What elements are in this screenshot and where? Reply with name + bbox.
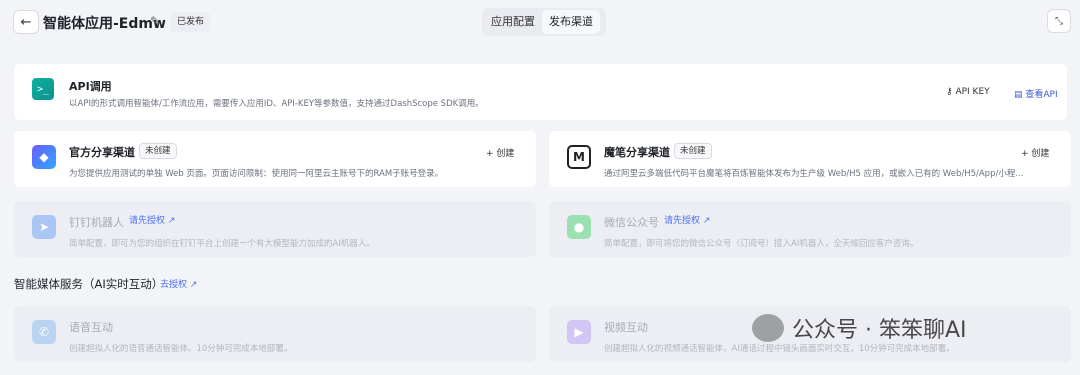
- phone-icon: ✆: [32, 320, 56, 344]
- official-status-badge: 未创建: [139, 143, 177, 159]
- wechat-authorize-link[interactable]: 请先授权 ↗: [664, 213, 710, 226]
- voice-interaction-card: ✆ 语音互动 创建超拟人化的语音通话智能体。10分钟可完成本地部署。: [14, 306, 536, 362]
- mobi-share-title: 魔笔分享渠道: [604, 146, 670, 159]
- dingtalk-icon: ➤: [32, 215, 56, 239]
- wechat-desc: 简单配置，即可将您的微信公众号（订阅号）接入AI机器人，全天候回应客户咨询。: [604, 239, 919, 249]
- arrow-left-icon: ←: [20, 14, 32, 30]
- view-api-label: 查看API: [1025, 90, 1058, 100]
- media-authorize-link[interactable]: 去授权 ↗: [160, 277, 197, 290]
- dingtalk-title: 钉钉机器人: [69, 216, 124, 229]
- back-button[interactable]: ←: [13, 10, 39, 34]
- terminal-icon: >_: [32, 78, 54, 100]
- app-title: 智能体应用-Edmw: [43, 16, 166, 32]
- video-icon: ▶: [567, 320, 591, 344]
- doc-icon: ▤: [1014, 90, 1026, 100]
- edit-icon[interactable]: ✎: [150, 14, 160, 28]
- mobi-share-card: M 魔笔分享渠道 未创建 + 创建 通过阿里云多端低代码平台魔笔将百炼智能体发布…: [549, 131, 1071, 187]
- voice-desc: 创建超拟人化的语音通话智能体。10分钟可完成本地部署。: [69, 344, 293, 354]
- official-create-button[interactable]: + 创建: [486, 146, 514, 159]
- dingtalk-card: ➤ 钉钉机器人 请先授权 ↗ 简单配置，即可为您的组织在钉钉平台上创建一个有大模…: [14, 201, 536, 257]
- status-badge: 已发布: [171, 12, 211, 32]
- video-title: 视频互动: [604, 321, 648, 334]
- watermark-text: 公众号 · 笨笨聊AI: [792, 318, 967, 343]
- collapse-icon: ⤡: [1055, 15, 1063, 27]
- wechat-card: ● 微信公众号 请先授权 ↗ 简单配置，即可将您的微信公众号（订阅号）接入AI机…: [549, 201, 1071, 257]
- api-card: >_ API调用 以API的形式调用智能体/工作流应用，需要传入应用ID、API…: [14, 64, 1067, 120]
- mobi-logo-icon: M: [567, 145, 591, 169]
- official-share-title: 官方分享渠道: [69, 146, 135, 159]
- voice-title: 语音互动: [69, 321, 113, 334]
- wechat-watermark-icon: [752, 314, 784, 342]
- api-card-desc: 以API的形式调用智能体/工作流应用，需要传入应用ID、API-KEY等参数值，…: [69, 99, 484, 109]
- dingtalk-authorize-link[interactable]: 请先授权 ↗: [129, 213, 175, 226]
- wechat-title: 微信公众号: [604, 216, 659, 229]
- official-share-desc: 为您提供应用测试的单独 Web 页面。页面访问限制：使用同一阿里云主账号下的RA…: [69, 169, 444, 179]
- tab-group: 应用配置 发布渠道: [482, 8, 606, 36]
- api-card-title: API调用: [69, 80, 112, 93]
- official-logo-icon: ◆: [32, 145, 56, 169]
- official-share-card: ◆ 官方分享渠道 未创建 + 创建 为您提供应用测试的单独 Web 页面。页面访…: [14, 131, 536, 187]
- wechat-icon: ●: [567, 215, 591, 239]
- watermark: 公众号 · 笨笨聊AI: [752, 312, 967, 344]
- media-section-title: 智能媒体服务（AI实时互动）: [14, 277, 164, 291]
- mobi-create-button[interactable]: + 创建: [1021, 146, 1049, 159]
- tab-publish-channels[interactable]: 发布渠道: [542, 10, 600, 34]
- collapse-button[interactable]: ⤡: [1047, 9, 1071, 33]
- api-key-label: API KEY: [955, 87, 990, 97]
- mobi-share-desc: 通过阿里云多端低代码平台魔笔将百炼智能体发布为生产级 Web/H5 应用，或嵌入…: [604, 169, 1024, 179]
- tab-app-config[interactable]: 应用配置: [484, 10, 542, 34]
- mobi-status-badge: 未创建: [674, 143, 712, 159]
- top-bar: ← 智能体应用-Edmw ✎ 已发布 应用配置 发布渠道 ⤡: [0, 0, 1080, 44]
- api-key-button[interactable]: ⚷ API KEY: [946, 87, 990, 97]
- dingtalk-desc: 简单配置，即可为您的组织在钉钉平台上创建一个有大模型能力加成的AI机器人。: [69, 239, 375, 249]
- view-api-link[interactable]: ▤ 查看API: [1014, 87, 1058, 100]
